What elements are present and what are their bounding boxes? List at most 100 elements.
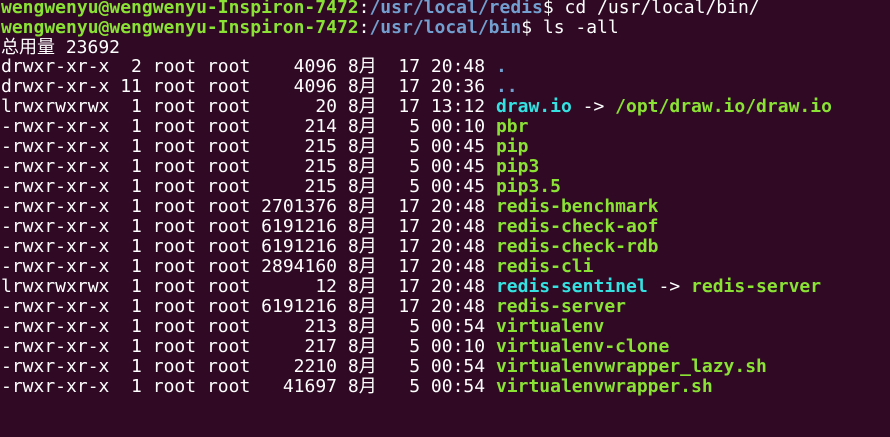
entry-perms: -rwxr-xr-x	[1, 336, 110, 357]
entry-time: 00:54	[430, 376, 486, 397]
entry-size: 4096	[261, 56, 338, 77]
listing-row: lrwxrwxrwx 1 root root 20 8月 17 13:12 dr…	[0, 96, 890, 118]
listing-row: -rwxr-xr-x 1 root root 214 8月 5 00:10 pb…	[0, 116, 890, 138]
entry-name: pbr	[495, 116, 529, 137]
entry-size: 12	[261, 276, 338, 297]
entry-month: 8月	[347, 176, 377, 197]
entry-name: redis-server	[495, 296, 626, 317]
prompt-separator: :	[358, 17, 370, 38]
entry-month: 8月	[347, 56, 377, 77]
entry-links: 1	[120, 156, 142, 177]
entry-owner: root	[152, 296, 197, 317]
listing-row: -rwxr-xr-x 1 root root 217 8月 5 00:10 vi…	[0, 336, 890, 358]
entry-owner: root	[152, 56, 197, 77]
file-listing: drwxr-xr-x 2 root root 4096 8月 17 20:48 …	[0, 56, 890, 398]
entry-owner: root	[152, 136, 197, 157]
entry-size: 2701376	[261, 196, 338, 217]
entry-day: 17	[398, 296, 421, 317]
entry-links: 1	[120, 376, 142, 397]
prompt-separator: :	[358, 0, 370, 18]
prompt-user-host: wengwenyu@wengwenyu-Inspiron-7472	[1, 0, 359, 18]
symlink-target: redis-server	[691, 276, 822, 297]
entry-links: 11	[120, 76, 142, 97]
symlink-arrow: ->	[647, 276, 692, 297]
entry-perms: -rwxr-xr-x	[1, 236, 110, 257]
entry-time: 00:54	[430, 356, 486, 377]
entry-links: 2	[120, 56, 142, 77]
entry-perms: -rwxr-xr-x	[1, 156, 110, 177]
entry-month: 8月	[347, 376, 377, 397]
listing-row: lrwxrwxrwx 1 root root 12 8月 17 20:48 re…	[0, 276, 890, 298]
entry-group: root	[206, 116, 251, 137]
entry-day: 5	[398, 356, 421, 377]
entry-perms: -rwxr-xr-x	[1, 216, 110, 237]
prompt-user-host: wengwenyu@wengwenyu-Inspiron-7472	[1, 17, 359, 38]
entry-size: 4096	[261, 76, 338, 97]
entry-owner: root	[152, 156, 197, 177]
listing-row: -rwxr-xr-x 1 root root 6191216 8月 17 20:…	[0, 296, 890, 318]
entry-month: 8月	[347, 216, 377, 237]
entry-owner: root	[152, 336, 197, 357]
entry-links: 1	[120, 176, 142, 197]
entry-day: 17	[398, 256, 421, 277]
entry-owner: root	[152, 276, 197, 297]
entry-size: 41697	[261, 376, 338, 397]
entry-links: 1	[120, 96, 142, 117]
entry-links: 1	[120, 316, 142, 337]
entry-links: 1	[120, 296, 142, 317]
entry-owner: root	[152, 76, 197, 97]
entry-time: 20:48	[430, 276, 486, 297]
entry-owner: root	[152, 116, 197, 137]
listing-row: -rwxr-xr-x 1 root root 215 8月 5 00:45 pi…	[0, 136, 890, 158]
entry-owner: root	[152, 236, 197, 257]
entry-month: 8月	[347, 156, 377, 177]
entry-links: 1	[120, 256, 142, 277]
entry-day: 5	[398, 136, 421, 157]
entry-time: 20:48	[430, 256, 486, 277]
entry-group: root	[206, 376, 251, 397]
entry-month: 8月	[347, 316, 377, 337]
entry-perms: -rwxr-xr-x	[1, 196, 110, 217]
entry-size: 2894160	[261, 256, 338, 277]
entry-time: 00:45	[430, 136, 486, 157]
entry-day: 17	[398, 196, 421, 217]
entry-size: 6191216	[261, 236, 338, 257]
entry-size: 213	[261, 316, 338, 337]
entry-perms: lrwxrwxrwx	[1, 96, 110, 117]
entry-perms: -rwxr-xr-x	[1, 376, 110, 397]
entry-day: 5	[398, 336, 421, 357]
listing-row: -rwxr-xr-x 1 root root 2210 8月 5 00:54 v…	[0, 356, 890, 378]
entry-day: 5	[398, 116, 421, 137]
entry-day: 17	[398, 276, 421, 297]
entry-name: redis-cli	[495, 256, 594, 277]
entry-month: 8月	[347, 136, 377, 157]
entry-size: 217	[261, 336, 338, 357]
terminal-window[interactable]: wengwenyu@wengwenyu-Inspiron-7472:/usr/l…	[0, 0, 890, 437]
prompt-symbol: $	[521, 17, 543, 38]
entry-month: 8月	[347, 116, 377, 137]
entry-time: 00:10	[430, 116, 486, 137]
listing-row: -rwxr-xr-x 1 root root 6191216 8月 17 20:…	[0, 236, 890, 258]
entry-size: 2210	[261, 356, 338, 377]
entry-month: 8月	[347, 196, 377, 217]
entry-group: root	[206, 336, 251, 357]
entry-day: 5	[398, 316, 421, 337]
entry-month: 8月	[347, 276, 377, 297]
entry-group: root	[206, 196, 251, 217]
entry-name: pip3	[495, 156, 540, 177]
entry-time: 20:36	[430, 76, 486, 97]
entry-links: 1	[120, 196, 142, 217]
entry-month: 8月	[347, 76, 377, 97]
entry-day: 5	[398, 176, 421, 197]
entry-links: 1	[120, 356, 142, 377]
entry-links: 1	[120, 216, 142, 237]
entry-time: 00:45	[430, 176, 486, 197]
entry-links: 1	[120, 136, 142, 157]
entry-perms: drwxr-xr-x	[1, 56, 110, 77]
entry-time: 20:48	[430, 216, 486, 237]
listing-row: -rwxr-xr-x 1 root root 215 8月 5 00:45 pi…	[0, 176, 890, 198]
entry-month: 8月	[347, 296, 377, 317]
entry-time: 13:12	[430, 96, 486, 117]
entry-group: root	[206, 316, 251, 337]
entry-owner: root	[152, 376, 197, 397]
